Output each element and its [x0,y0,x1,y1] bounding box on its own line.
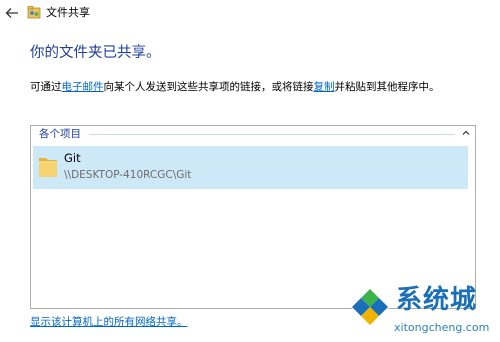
folder-icon [39,158,57,177]
watermark-url: xitongcheng.com [394,321,490,334]
list-item[interactable]: Git \\DESKTOP-410RCGC\Git [33,146,468,189]
back-arrow-icon [5,8,18,18]
show-all-shares-link[interactable]: 显示该计算机上的所有网络共享。 [30,315,188,329]
group-label: 各个项目 [39,128,81,140]
shared-items-list[interactable]: 各个项目 Git \\DESKTOP-410RCGC\Git [30,125,476,309]
share-description: 可通过电子邮件向某个人发送到这些共享项的链接，或将链接复制并粘贴到其他程序中。 [30,80,440,94]
email-link[interactable]: 电子邮件 [62,81,104,93]
watermark-brand: 系统城 [396,285,478,315]
watermark: 系统城 xitongcheng.com [348,283,500,342]
desc-text-1: 可通过 [30,81,62,93]
item-path: \\DESKTOP-410RCGC\Git [64,169,192,181]
group-divider [89,134,455,135]
group-header: 各个项目 [31,126,475,142]
desc-text-2: 向某个人发送到这些共享项的链接，或将链接 [103,81,314,93]
chevron-up-icon[interactable] [461,128,471,138]
page-heading: 你的文件夹已共享。 [30,45,161,61]
back-button[interactable] [4,5,20,21]
file-sharing-app-icon [27,6,41,19]
item-name: Git [64,151,81,165]
title-bar: 文件共享 [0,0,500,26]
copy-link[interactable]: 复制 [314,81,335,93]
desc-text-3: 并粘贴到其他程序中。 [334,81,440,93]
xitongcheng-logo-icon [350,287,390,327]
window-title: 文件共享 [46,6,90,19]
